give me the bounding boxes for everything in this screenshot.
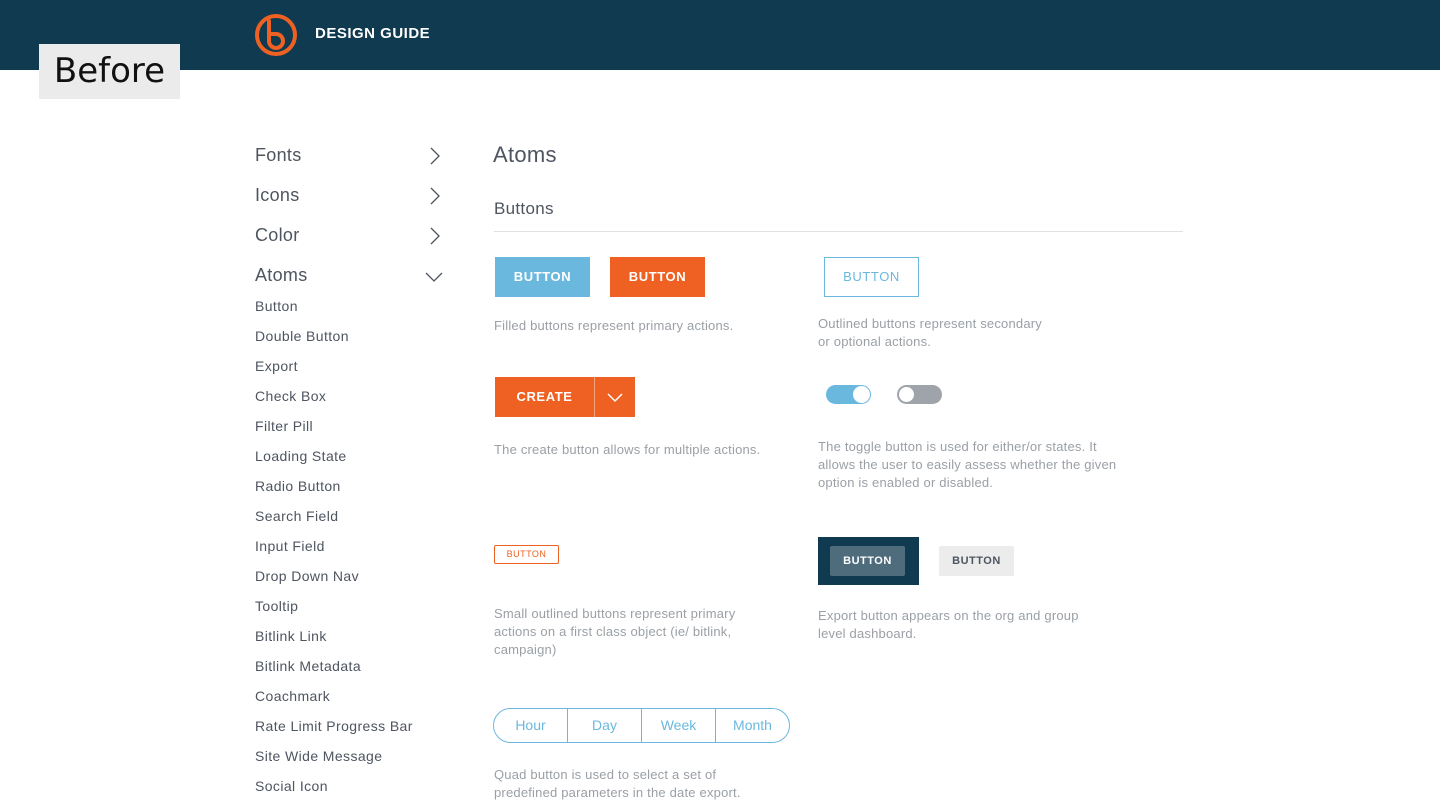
sidebar-section-fonts[interactable]: Fonts [255, 141, 445, 171]
toggle-knob [898, 386, 915, 403]
export-dark-container: BUTTON [818, 537, 919, 585]
chevron-down-icon [425, 272, 443, 282]
quad-week-button[interactable]: Week [642, 709, 716, 742]
quad-day-button[interactable]: Day [568, 709, 642, 742]
toggle-knob [853, 386, 870, 403]
sidebar-item-radio-button[interactable]: Radio Button [255, 478, 341, 494]
sidebar-item-bitlink-metadata[interactable]: Bitlink Metadata [255, 658, 361, 674]
sidebar-item-input-field[interactable]: Input Field [255, 538, 325, 554]
app-title: DESIGN GUIDE [315, 25, 431, 42]
chevron-right-icon [430, 187, 440, 205]
sidebar-item-coachmark[interactable]: Coachmark [255, 688, 330, 704]
create-button[interactable]: CREATE [495, 377, 594, 417]
chevron-right-icon [430, 227, 440, 245]
create-split-button: CREATE [495, 377, 635, 417]
sidebar-item-double-button[interactable]: Double Button [255, 328, 349, 344]
sidebar-item-check-box[interactable]: Check Box [255, 388, 326, 404]
sidebar-item-loading-state[interactable]: Loading State [255, 448, 347, 464]
small-outlined-description-line-1: Small outlined buttons represent primary [494, 606, 736, 621]
section-divider [494, 231, 1183, 232]
small-outlined-description-line-3: campaign) [494, 642, 557, 657]
sidebar-item-site-wide-message[interactable]: Site Wide Message [255, 748, 382, 764]
top-bar: DESIGN GUIDE [0, 0, 1440, 70]
filled-blue-button[interactable]: BUTTON [495, 257, 590, 297]
sidebar-section-label: Fonts [255, 145, 302, 165]
outlined-buttons-description-line-1: Outlined buttons represent secondary [818, 316, 1042, 331]
chevron-down-icon[interactable] [595, 377, 635, 417]
sidebar-section-atoms[interactable]: Atoms [255, 261, 445, 291]
quad-month-button[interactable]: Month [716, 709, 789, 742]
sidebar-item-button[interactable]: Button [255, 298, 298, 314]
sidebar-item-search-field[interactable]: Search Field [255, 508, 338, 524]
sidebar-section-label: Icons [255, 185, 300, 205]
small-outlined-button[interactable]: BUTTON [494, 545, 559, 564]
sidebar-item-export[interactable]: Export [255, 358, 298, 374]
outlined-buttons-description-line-2: or optional actions. [818, 334, 932, 349]
sidebar-item-drop-down-nav[interactable]: Drop Down Nav [255, 568, 359, 584]
sidebar-item-tooltip[interactable]: Tooltip [255, 598, 298, 614]
sidebar-section-icons[interactable]: Icons [255, 181, 445, 211]
quad-description-line-1: Quad button is used to select a set of [494, 767, 717, 782]
filled-orange-button[interactable]: BUTTON [610, 257, 705, 297]
quad-hour-button[interactable]: Hour [494, 709, 568, 742]
toggle-off[interactable] [897, 385, 942, 404]
outlined-button[interactable]: BUTTON [824, 257, 919, 297]
export-dark-button[interactable]: BUTTON [830, 546, 905, 576]
small-outlined-description-line-2: actions on a first class object (ie/ bit… [494, 624, 732, 639]
chevron-right-icon [430, 147, 440, 165]
section-title: Buttons [494, 199, 554, 218]
sidebar-item-bitlink-link[interactable]: Bitlink Link [255, 628, 327, 644]
create-button-description: The create button allows for multiple ac… [494, 442, 761, 457]
sidebar-item-rate-limit-progress-bar[interactable]: Rate Limit Progress Bar [255, 718, 413, 734]
sidebar-section-label: Color [255, 225, 300, 245]
toggle-description-line-2: allows the user to easily assess whether… [818, 457, 1117, 472]
filled-buttons-description: Filled buttons represent primary actions… [494, 318, 734, 333]
toggle-description-line-1: The toggle button is used for either/or … [818, 439, 1097, 454]
sidebar-item-social-icon[interactable]: Social Icon [255, 778, 328, 794]
before-label: Before [39, 44, 180, 99]
quad-button-group: Hour Day Week Month [493, 708, 790, 743]
sidebar-section-color[interactable]: Color [255, 221, 445, 251]
toggle-on[interactable] [826, 385, 871, 404]
page-title: Atoms [493, 142, 557, 167]
bitly-logo-icon[interactable] [254, 13, 298, 57]
export-description-line-2: level dashboard. [818, 626, 917, 641]
export-light-button[interactable]: BUTTON [939, 546, 1014, 576]
toggle-description-line-3: option is enabled or disabled. [818, 475, 994, 490]
sidebar-item-filter-pill[interactable]: Filter Pill [255, 418, 313, 434]
quad-description-line-2: predefined parameters in the date export… [494, 785, 741, 800]
sidebar-section-label: Atoms [255, 265, 308, 285]
export-description-line-1: Export button appears on the org and gro… [818, 608, 1079, 623]
